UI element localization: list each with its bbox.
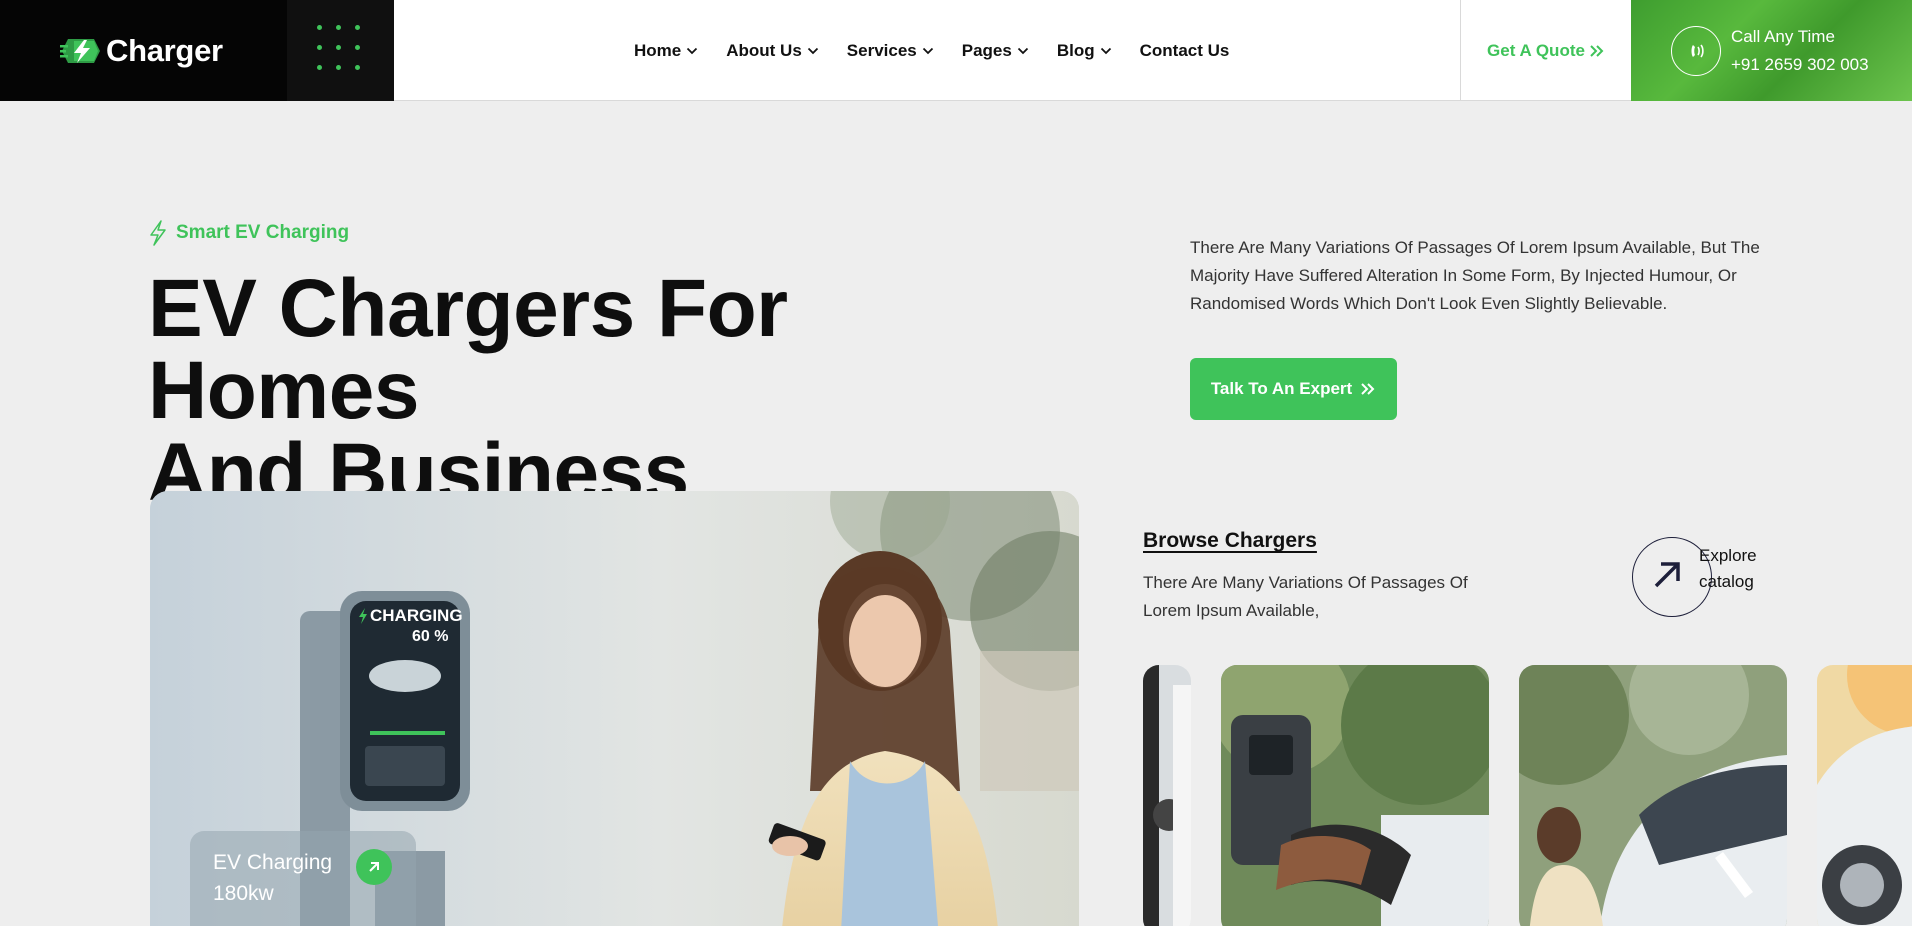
talk-to-expert-button[interactable]: Talk To An Expert bbox=[1190, 358, 1397, 420]
tagline-text: Smart EV Charging bbox=[176, 222, 350, 243]
charger-screen-label: CHARGING bbox=[370, 606, 463, 625]
hero-photo: CHARGING 60 % EV Charging 180kw bbox=[150, 491, 1079, 926]
hand-plugging-charger-image bbox=[1221, 665, 1489, 926]
menu-grid-button[interactable] bbox=[287, 0, 394, 101]
get-a-quote-label: Get A Quote bbox=[1487, 40, 1585, 60]
grid-dot bbox=[317, 25, 322, 30]
charging-screen-icon bbox=[359, 608, 367, 624]
nav-item-label: Services bbox=[846, 40, 917, 60]
carousel-item[interactable] bbox=[1519, 665, 1787, 926]
nav-item-services[interactable]: Services bbox=[847, 41, 934, 61]
chevron-down-icon bbox=[922, 47, 933, 54]
hero-description: There Are Many Variations Of Passages Of… bbox=[1190, 238, 1760, 313]
hero-tagline: Smart EV Charging bbox=[148, 220, 349, 246]
cta-label: Talk To An Expert bbox=[1210, 379, 1353, 398]
call-number: +91 2659 302 003 bbox=[1731, 54, 1869, 74]
charger-logo-icon bbox=[60, 38, 100, 63]
browse-description: There Are Many Variations Of Passages Of… bbox=[1143, 573, 1468, 620]
main-nav: Home About Us Services Pages Blog Contac… bbox=[634, 0, 1229, 101]
nav-item-about-us[interactable]: About Us bbox=[726, 41, 819, 61]
hero-title: EV Chargers For Homes And Business bbox=[148, 268, 1048, 514]
chevron-down-icon bbox=[807, 47, 818, 54]
carousel-item[interactable] bbox=[1221, 665, 1489, 926]
hero-title-line-1: EV Chargers For Homes bbox=[148, 263, 788, 436]
car-front-image bbox=[1817, 665, 1912, 926]
grid-dot bbox=[355, 45, 360, 50]
nav-item-contact-us[interactable]: Contact Us bbox=[1140, 41, 1230, 61]
grid-dot bbox=[336, 25, 341, 30]
phone-call-icon bbox=[1671, 25, 1721, 76]
ev-card-line-2: 180kw bbox=[213, 882, 274, 905]
get-a-quote-link[interactable]: Get A Quote bbox=[1460, 0, 1631, 101]
chevron-down-icon bbox=[1100, 47, 1111, 54]
double-chevron-right-icon bbox=[1590, 44, 1604, 57]
grid-dot bbox=[317, 45, 322, 50]
browse-chargers-link[interactable]: Browse Chargers bbox=[1143, 529, 1317, 553]
explore-catalog-label[interactable]: Explore catalog bbox=[1699, 543, 1757, 595]
lightning-icon bbox=[150, 220, 166, 246]
nav-item-label: About Us bbox=[726, 40, 802, 60]
nav-item-pages[interactable]: Pages bbox=[962, 41, 1029, 61]
nav-item-label: Contact Us bbox=[1139, 40, 1230, 60]
double-chevron-right-icon bbox=[1361, 383, 1375, 395]
ev-card-line-1: EV Charging bbox=[213, 851, 333, 874]
arrow-up-right-icon[interactable] bbox=[356, 849, 392, 885]
explore-line-1: Explore bbox=[1699, 546, 1757, 565]
call-block[interactable]: Call Any Time +91 2659 302 003 bbox=[1631, 0, 1912, 101]
grid-dot bbox=[355, 65, 360, 70]
chevron-down-icon bbox=[687, 47, 698, 54]
explore-line-2: catalog bbox=[1699, 572, 1754, 591]
woman-charging-car-image bbox=[1519, 665, 1787, 926]
site-header: Charger Home About Us Services Pages Blo… bbox=[0, 0, 1912, 101]
nav-item-blog[interactable]: Blog bbox=[1057, 41, 1112, 61]
nav-item-label: Pages bbox=[961, 40, 1012, 60]
nav-item-label: Blog bbox=[1056, 40, 1095, 60]
brand-name: Charger bbox=[106, 32, 223, 68]
grid-dot bbox=[355, 25, 360, 30]
grid-dot bbox=[317, 65, 322, 70]
arrow-up-right-icon bbox=[1654, 562, 1680, 588]
call-label: Call Any Time bbox=[1731, 26, 1835, 46]
grid-dot bbox=[336, 45, 341, 50]
chevron-down-icon bbox=[1017, 47, 1028, 54]
charger-plug-image bbox=[1143, 665, 1191, 926]
ev-charging-card: EV Charging 180kw bbox=[190, 831, 416, 926]
carousel-item[interactable] bbox=[1817, 665, 1912, 926]
logo[interactable]: Charger bbox=[0, 0, 287, 101]
grid-dot bbox=[336, 65, 341, 70]
carousel-item[interactable] bbox=[1143, 665, 1191, 926]
nav-item-home[interactable]: Home bbox=[634, 41, 698, 61]
charger-screen-percent: 60 % bbox=[412, 628, 449, 645]
nav-item-label: Home bbox=[634, 40, 682, 60]
